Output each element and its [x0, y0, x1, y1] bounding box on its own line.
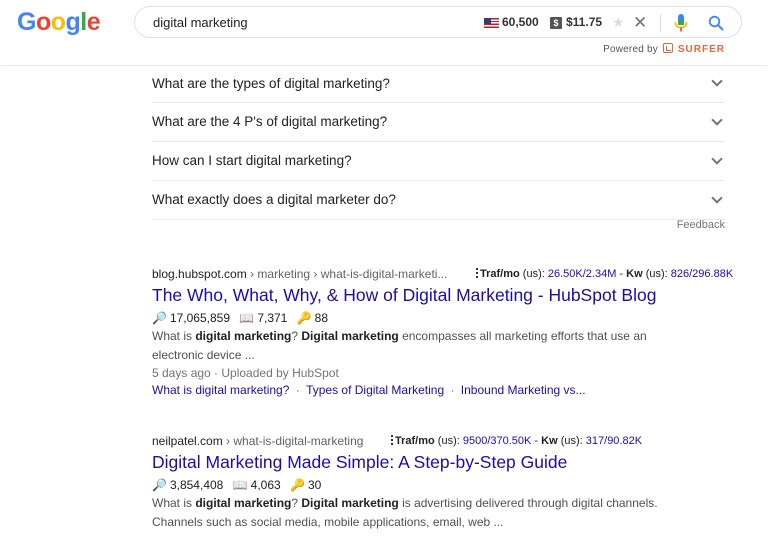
book-icon: 📖	[239, 311, 255, 325]
search-icon[interactable]	[708, 15, 724, 31]
search-input[interactable]: digital marketing	[153, 15, 248, 30]
key-icon: 🔑	[296, 311, 312, 325]
faq-item[interactable]: What are the 4 P's of digital marketing?	[152, 103, 725, 142]
faq-item[interactable]: What are the types of digital marketing?	[152, 66, 725, 103]
microphone-icon[interactable]	[674, 14, 688, 32]
header: Google digital marketing 60,500 $ $11.75…	[0, 0, 768, 66]
more-options-icon[interactable]	[476, 268, 478, 278]
keywords-scope: (us):	[557, 435, 586, 447]
traffic-label: Traf/mo	[480, 268, 520, 280]
stat-book-count: 7,371	[257, 311, 288, 325]
result-domain: blog.hubspot.com	[152, 267, 247, 281]
search-result: blog.hubspot.com › marketing › what-is-d…	[152, 267, 752, 397]
powered-by-label: Powered by	[603, 44, 658, 55]
traffic-label: Traf/mo	[395, 435, 435, 447]
sitelinks: What is digital marketing? · Types of Di…	[152, 383, 586, 397]
traffic-scope: (us):	[519, 268, 548, 280]
book-icon: 📖	[232, 478, 248, 492]
logo-letter: G	[17, 8, 36, 36]
search-result: neilpatel.com › what-is-digital-marketin…	[152, 434, 752, 532]
sitelink[interactable]: Types of Digital Marketing	[306, 383, 444, 397]
star-icon[interactable]: ★	[612, 14, 625, 31]
stat-search-count: 17,065,859	[169, 311, 231, 325]
magnifier-icon: 🔎	[152, 478, 167, 492]
traffic-value: 9500/370.50K	[462, 435, 532, 447]
result-path: › marketing › what-is-digital-marketi...	[246, 267, 448, 281]
powered-by-surfer[interactable]: Powered by SURFER	[603, 43, 725, 55]
result-title-link[interactable]: The Who, What, Why, & How of Digital Mar…	[152, 285, 752, 306]
faq-item[interactable]: What exactly does a digital marketer do?	[152, 181, 725, 220]
result-date-meta: 5 days ago · Uploaded by HubSpot	[152, 366, 339, 380]
faq-question: What are the types of digital marketing?	[152, 76, 390, 91]
faq-question: What are the 4 P's of digital marketing?	[152, 114, 388, 129]
traffic-value: 26.50K/2.34M	[547, 268, 617, 280]
sitelink[interactable]: Inbound Marketing vs...	[461, 383, 586, 397]
keywords-label: Kw	[541, 435, 558, 447]
faq-question: How can I start digital marketing?	[152, 153, 352, 168]
result-title-link[interactable]: Digital Marketing Made Simple: A Step-by…	[152, 452, 752, 473]
divider	[660, 14, 661, 32]
clear-icon[interactable]: ✕	[633, 13, 647, 33]
chevron-down-icon[interactable]	[711, 192, 723, 204]
chevron-down-icon[interactable]	[711, 114, 723, 126]
result-stats: 🔎 17,065,859 📖 7,371 🔑 88	[152, 311, 752, 325]
keywords-value: 826/296.88K	[670, 268, 734, 280]
us-flag-icon	[484, 18, 499, 28]
more-options-icon[interactable]	[391, 435, 393, 445]
traffic-metrics: Traf/mo (us): 9500/370.50K - Kw (us): 31…	[391, 435, 642, 447]
search-box[interactable]: digital marketing 60,500 $ $11.75 ★ ✕	[134, 6, 742, 38]
traffic-scope: (us):	[434, 435, 463, 447]
keywords-label: Kw	[626, 268, 643, 280]
stat-search-count: 3,854,408	[169, 478, 224, 492]
sitelink[interactable]: What is digital marketing?	[152, 383, 289, 397]
result-stats: 🔎 3,854,408 📖 4,063 🔑 30	[152, 478, 752, 492]
cpc-value: $11.75	[566, 15, 603, 29]
result-snippet: What is digital marketing? Digital marke…	[152, 496, 658, 529]
magnifier-icon: 🔎	[152, 311, 167, 325]
faq-item[interactable]: How can I start digital marketing?	[152, 142, 725, 181]
search-volume: 60,500	[502, 15, 539, 29]
logo-letter: o	[50, 8, 66, 36]
logo-letter: g	[65, 8, 81, 36]
stat-key-count: 88	[314, 311, 328, 325]
keywords-value: 317/90.82K	[585, 435, 643, 447]
cpc-icon: $	[550, 17, 562, 29]
result-path: › what-is-digital-marketing	[222, 434, 364, 448]
faq-question: What exactly does a digital marketer do?	[152, 192, 396, 207]
surfer-brand: SURFER	[677, 44, 725, 55]
surfer-logo-icon	[662, 43, 673, 53]
logo-letter: e	[86, 8, 101, 36]
chevron-down-icon[interactable]	[711, 153, 723, 165]
traffic-metrics: Traf/mo (us): 26.50K/2.34M - Kw (us): 82…	[476, 268, 733, 280]
logo-letter: o	[35, 8, 51, 36]
feedback-link[interactable]: Feedback	[677, 219, 725, 231]
keywords-scope: (us):	[642, 268, 671, 280]
google-logo[interactable]: Google	[17, 8, 101, 37]
key-icon: 🔑	[290, 478, 305, 492]
result-domain: neilpatel.com	[152, 434, 223, 448]
stat-book-count: 4,063	[250, 478, 281, 492]
result-snippet: What is digital marketing? Digital marke…	[152, 329, 647, 362]
chevron-down-icon[interactable]	[711, 75, 723, 87]
people-also-ask: What are the types of digital marketing?…	[152, 66, 725, 220]
stat-key-count: 30	[307, 478, 322, 492]
